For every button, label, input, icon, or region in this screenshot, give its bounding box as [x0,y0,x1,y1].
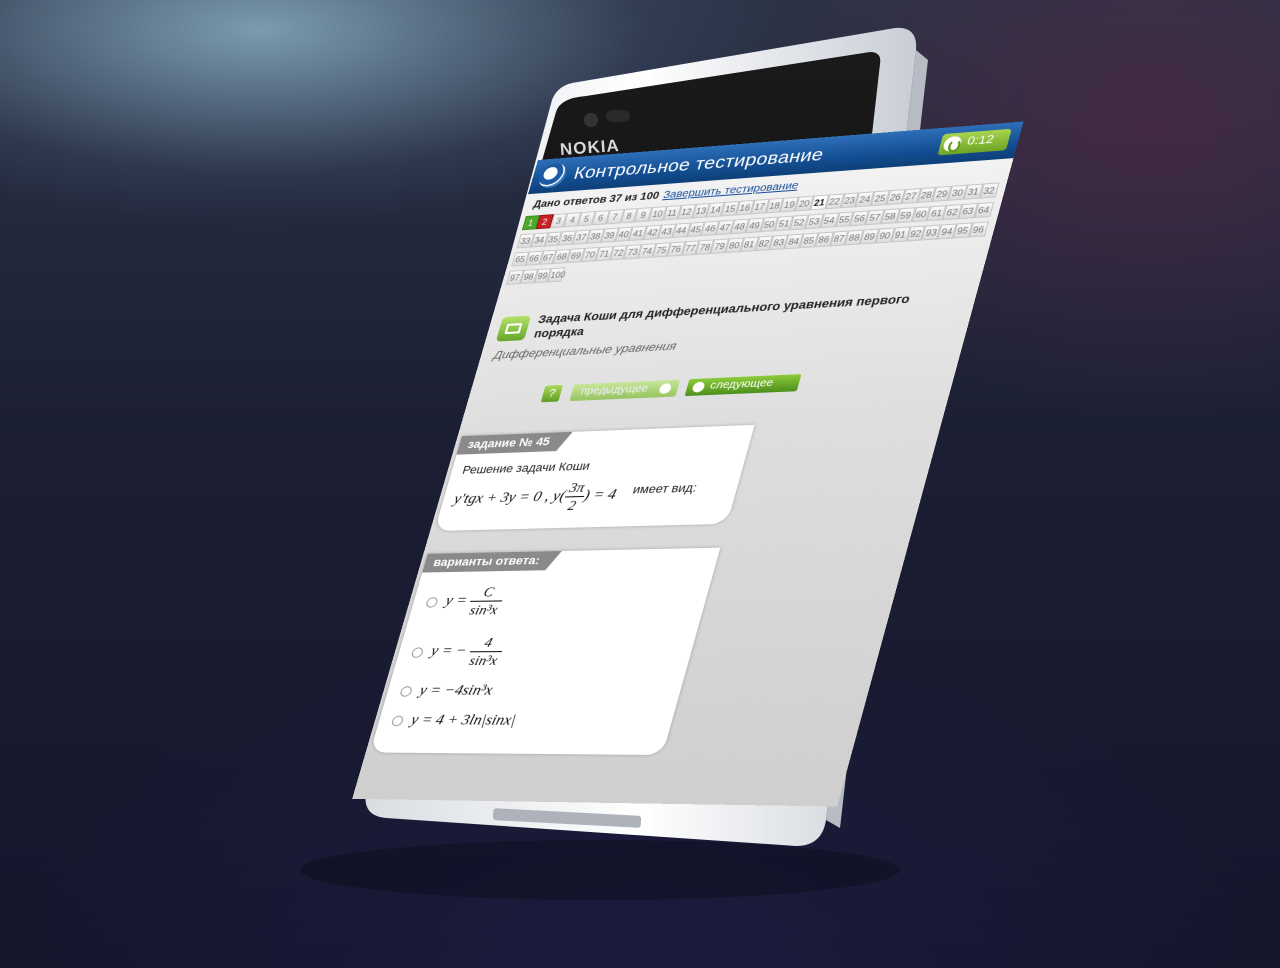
fraction-numerator: C [470,583,508,602]
previous-button[interactable]: предыдущее [569,379,681,402]
question-card: задание № 45 Решение задачи Коши y′tgx +… [434,424,755,532]
arrow-left-icon [658,383,673,395]
radio-button[interactable] [410,646,425,658]
next-label: следующее [708,377,775,392]
answers-card: варианты ответа: y = Csin³x y = − 4 sin³x… [369,547,721,756]
radio-button[interactable] [390,715,405,727]
timer-icon [941,135,964,152]
app-logo-icon [535,162,570,189]
option-fraction: Csin³x [465,583,508,619]
topic-subject: Дифференциальные уравнения [492,340,679,362]
question-header: задание № 45 [456,432,562,455]
fraction-denominator: 2 [566,497,578,514]
phone: NOKIA ← ⊞ ⌕ Контрольное тестирование 0:1… [0,0,1280,968]
topic-block: Задача Коши для дифференциального уравне… [492,290,942,362]
answer-option[interactable]: y = − 4 sin³x [407,634,507,669]
option-text: y = 4 + 3ln|sinx| [408,712,518,729]
radio-button[interactable] [399,685,414,697]
fraction-numerator: 3π [564,479,589,498]
fraction-denominator: sin³x [467,601,500,618]
question-nav: ? предыдущее следующее [465,365,957,410]
formula-fraction: 3π 2 [560,479,589,514]
question-number-cell[interactable]: 100 [547,267,567,283]
option-prefix: y = − [428,643,469,660]
timer-badge: 0:12 [937,128,1012,156]
option-fraction: 4 sin³x [465,634,507,669]
answer-option[interactable]: y = Csin³x [422,583,508,620]
previous-label: предыдущее [579,383,650,398]
question-number-cell[interactable]: 96 [968,221,989,238]
radio-button[interactable] [425,596,439,608]
next-button[interactable]: следующее [684,374,802,397]
book-icon [495,315,532,342]
answer-option[interactable]: y = 4 + 3ln|sinx| [390,713,518,731]
fraction-numerator: 4 [469,634,507,653]
question-number-cell[interactable]: 64 [973,201,994,219]
option-text: y = −4sin³x [417,682,495,699]
formula-right: = 4 [591,487,619,504]
question-lead: Решение задачи Коши [460,460,592,477]
help-button[interactable]: ? [540,384,564,403]
fraction-denominator: sin³x [467,652,500,669]
question-number-cell[interactable]: 32 [979,182,999,199]
topic-title: Задача Коши для дифференциального уравне… [532,293,912,341]
answers-header: варианты ответа: [422,551,552,573]
question-tail: имеет вид: [631,481,699,497]
timer-value: 0:12 [965,133,996,149]
answer-option[interactable]: y = −4sin³x [398,683,494,700]
formula-left: y′tgx + 3y = 0 , y [451,488,563,508]
question-formula: y′tgx + 3y = 0 , y(3π 2) = 4 [451,479,619,514]
option-prefix: y = [443,593,469,610]
arrow-right-icon [691,381,706,393]
